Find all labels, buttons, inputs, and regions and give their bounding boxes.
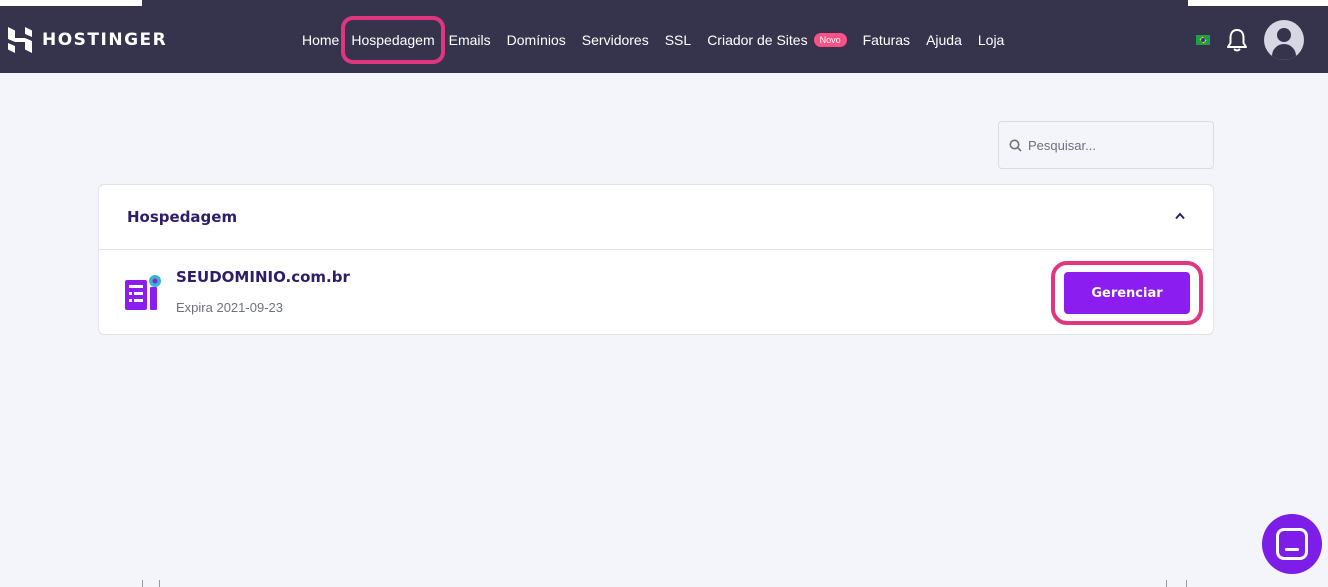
bell-icon[interactable] — [1226, 28, 1248, 52]
search-input[interactable] — [1028, 137, 1198, 153]
site-domain[interactable]: SEUDOMINIO.com.br — [176, 268, 350, 286]
nav-item-hospedagem[interactable]: Hospedagem — [341, 15, 445, 64]
chat-support-button[interactable] — [1262, 514, 1322, 574]
nav-item-ssl[interactable]: SSL — [665, 32, 691, 48]
nav-item-loja[interactable]: Loja — [978, 32, 1004, 48]
nav-item-faturas[interactable]: Faturas — [863, 32, 910, 48]
hosting-card: Hospedagem SEUDOMINIO.com.br Expira 2021… — [98, 184, 1214, 335]
brand-name: HOSTINGER — [42, 29, 168, 50]
chat-icon — [1276, 528, 1308, 560]
search-box — [998, 121, 1214, 169]
nav-item-criador-label: Criador de Sites — [707, 31, 808, 48]
nav-item-home[interactable]: Home — [302, 32, 339, 48]
hosting-plan-icon — [125, 275, 161, 310]
nav-right — [1196, 6, 1304, 73]
top-navbar: HOSTINGER Home Hospedagem Emails Domínio… — [0, 6, 1328, 73]
nav-item-dominios[interactable]: Domínios — [507, 32, 566, 48]
new-badge: Novo — [813, 32, 847, 47]
hosting-card-title: Hospedagem — [127, 208, 238, 226]
bottom-divider-left-2 — [159, 580, 160, 587]
bottom-divider-right — [1166, 580, 1167, 587]
hostinger-logo-icon — [8, 26, 32, 53]
hosting-card-header[interactable]: Hospedagem — [99, 185, 1213, 250]
bottom-divider-right-2 — [1186, 580, 1187, 587]
main-nav: Home Hospedagem Emails Domínios Servidor… — [302, 6, 1020, 73]
manage-highlight: Gerenciar — [1051, 261, 1203, 325]
brazil-flag-icon[interactable] — [1196, 34, 1210, 45]
nav-item-servidores[interactable]: Servidores — [582, 32, 649, 48]
hosting-list-item: SEUDOMINIO.com.br Expira 2021-09-23 Gere… — [99, 250, 1213, 334]
brand-logo[interactable]: HOSTINGER — [8, 6, 167, 73]
nav-item-ajuda[interactable]: Ajuda — [926, 32, 962, 48]
nav-item-criador-de-sites[interactable]: Criador de Sites Novo — [707, 31, 847, 48]
manage-button[interactable]: Gerenciar — [1064, 272, 1190, 314]
search-icon — [1009, 139, 1022, 152]
nav-item-hospedagem-label: Hospedagem — [351, 31, 435, 48]
avatar-head — [1277, 27, 1291, 42]
chevron-up-icon[interactable] — [1171, 207, 1189, 225]
bottom-divider-left — [142, 580, 143, 587]
avatar-body — [1272, 43, 1296, 60]
user-avatar-icon[interactable] — [1264, 19, 1304, 60]
site-expiry: Expira 2021-09-23 — [176, 300, 283, 315]
nav-item-emails[interactable]: Emails — [449, 32, 491, 48]
